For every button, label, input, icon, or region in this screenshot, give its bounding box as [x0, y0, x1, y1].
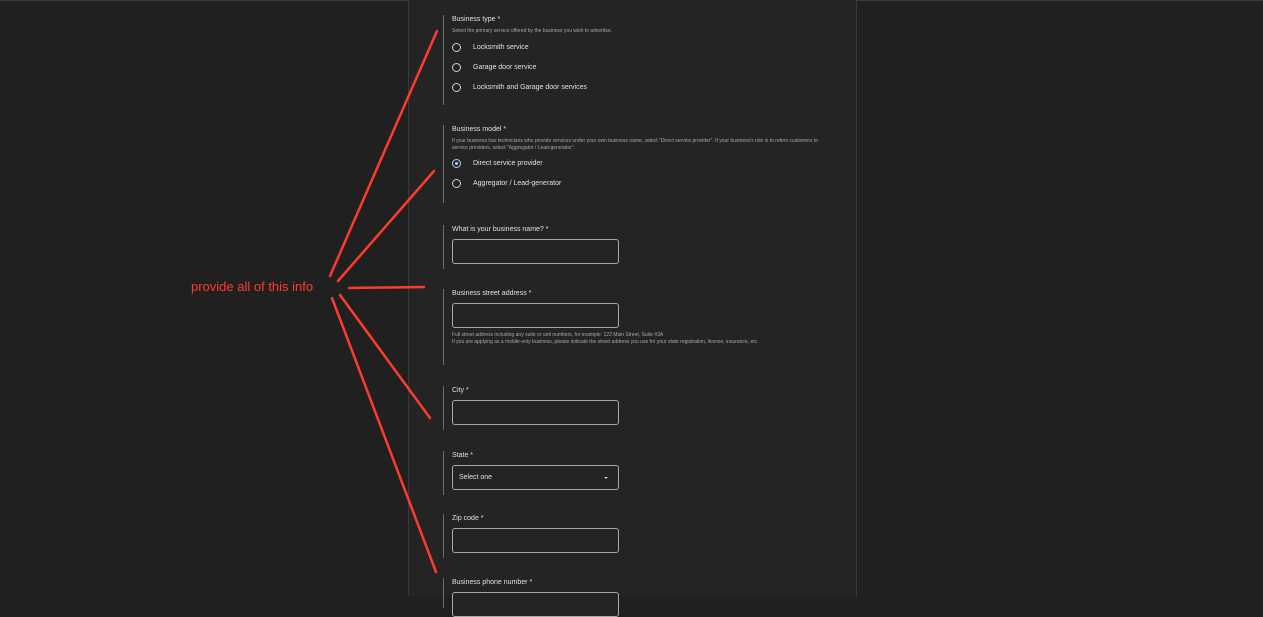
- annotation-line-zip: [330, 296, 438, 574]
- annotation-line-street-address: [347, 285, 426, 290]
- annotation-line-business-type: [328, 29, 439, 278]
- annotation-label: provide all of this info: [191, 279, 314, 294]
- annotation-lines: [328, 29, 439, 574]
